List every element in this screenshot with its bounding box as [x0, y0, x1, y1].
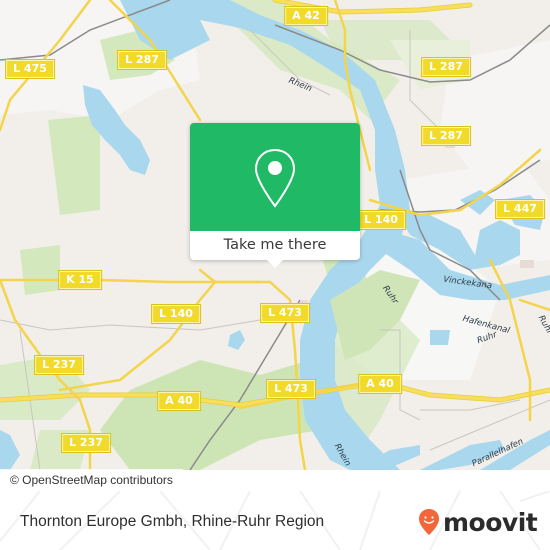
- road-shield-l140: L 140: [356, 210, 406, 230]
- popup-pointer: [266, 259, 284, 268]
- moovit-wordmark: moovit: [443, 507, 538, 537]
- road-shield-k15: K 15: [58, 270, 102, 290]
- road-shield-l237: L 237: [61, 433, 111, 453]
- moovit-logo[interactable]: moovit: [418, 507, 538, 537]
- map-pin-icon: [254, 148, 296, 208]
- road-shield-a40: A 40: [157, 391, 201, 411]
- road-shield-a42: A 42: [284, 6, 328, 26]
- road-shield-l473: L 473: [266, 379, 316, 399]
- road-shield-l287: L 287: [421, 57, 471, 77]
- lake: [430, 330, 450, 345]
- road-shield-l475: L 475: [5, 59, 55, 79]
- road-shield-l287: L 287: [117, 50, 167, 70]
- road-shield-l447: L 447: [495, 199, 545, 219]
- footer: Thornton Europe Gmbh, Rhine-Ruhr Region …: [0, 491, 550, 550]
- road-shield-a40: A 40: [358, 374, 402, 394]
- park: [20, 245, 60, 295]
- road-shield-l287: L 287: [421, 126, 471, 146]
- road-shield-l237: L 237: [34, 355, 84, 375]
- map-canvas[interactable]: A 42 L 475 L 287 L 287 L 287 L 447 L 140…: [0, 0, 550, 470]
- popup-header: [190, 123, 360, 231]
- road-shield-l140: L 140: [151, 304, 201, 324]
- map-attribution[interactable]: © OpenStreetMap contributors: [0, 469, 183, 491]
- take-me-there-button[interactable]: Take me there: [190, 231, 360, 260]
- location-popup[interactable]: Take me there: [190, 123, 360, 268]
- road-shield-l473: L 473: [260, 303, 310, 323]
- moovit-pin-icon: [419, 509, 439, 535]
- place-name: Thornton Europe Gmbh, Rhine-Ruhr Region: [20, 513, 325, 530]
